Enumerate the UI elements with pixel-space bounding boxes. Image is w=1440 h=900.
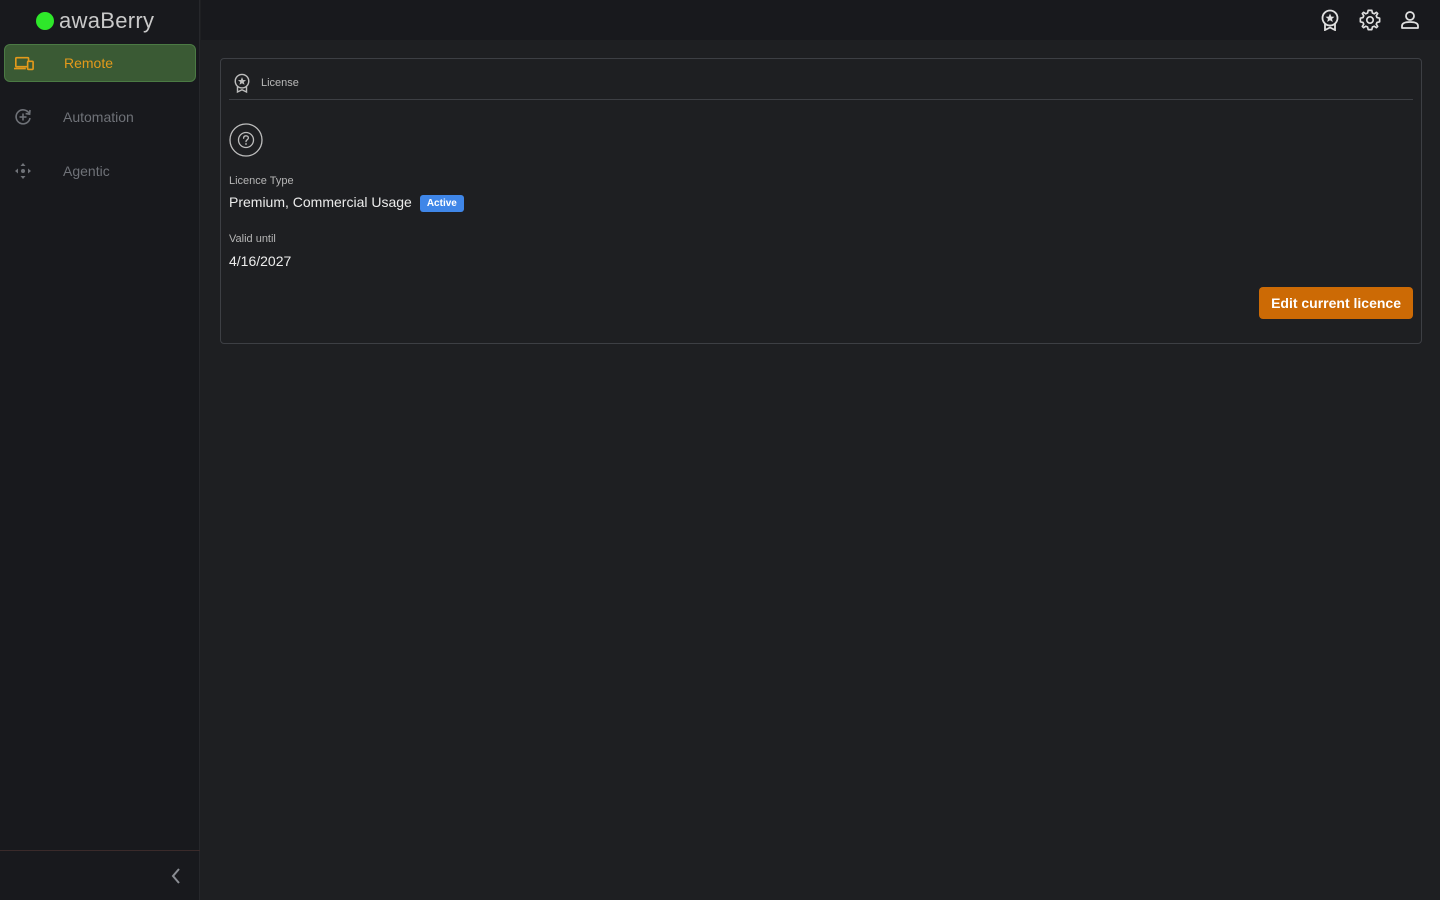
valid-until-label: Valid until: [229, 233, 276, 245]
status-badge: Active: [419, 195, 464, 212]
valid-until-value: 4/16/2027: [229, 253, 292, 269]
sidebar-item-label: Automation: [63, 109, 134, 125]
sidebar-item-automation[interactable]: Automation: [4, 98, 196, 136]
license-award-icon[interactable]: [1319, 9, 1341, 31]
sidebar-item-agentic[interactable]: Agentic: [4, 152, 196, 190]
user-icon[interactable]: [1399, 9, 1421, 31]
app-root: awaBerry Remote Automation Agentic Licen…: [0, 0, 1440, 900]
licence-type-value: Premium, Commercial Usage: [229, 194, 412, 210]
license-award-icon: [231, 72, 253, 94]
brand-name: awaBerry: [59, 8, 155, 33]
devices-icon: [14, 54, 34, 74]
edit-licence-button[interactable]: Edit current licence: [1259, 287, 1413, 319]
brand-logo[interactable]: awaBerry: [36, 8, 154, 34]
agentic-icon: [13, 161, 33, 181]
sidebar-item-label: Remote: [64, 55, 114, 71]
license-card: License Licence Type Premium, Commercial…: [220, 58, 1422, 344]
licence-type-row: Premium, Commercial Usage Active: [229, 194, 464, 212]
top-bar: [201, 0, 1440, 40]
licence-type-label: Licence Type: [229, 175, 294, 187]
license-card-title: License: [261, 77, 299, 89]
sidebar-item-remote[interactable]: Remote: [4, 44, 196, 82]
sidebar: awaBerry Remote Automation Agentic: [0, 0, 200, 900]
chevron-left-icon[interactable]: [166, 866, 186, 886]
sidebar-footer: [0, 850, 200, 900]
sidebar-item-label: Agentic: [63, 163, 110, 179]
brand-dot-icon: [36, 12, 54, 30]
gear-icon[interactable]: [1359, 9, 1381, 31]
automation-icon: [13, 107, 33, 127]
license-card-header: License: [229, 67, 1413, 100]
help-circle-icon[interactable]: [229, 123, 263, 157]
